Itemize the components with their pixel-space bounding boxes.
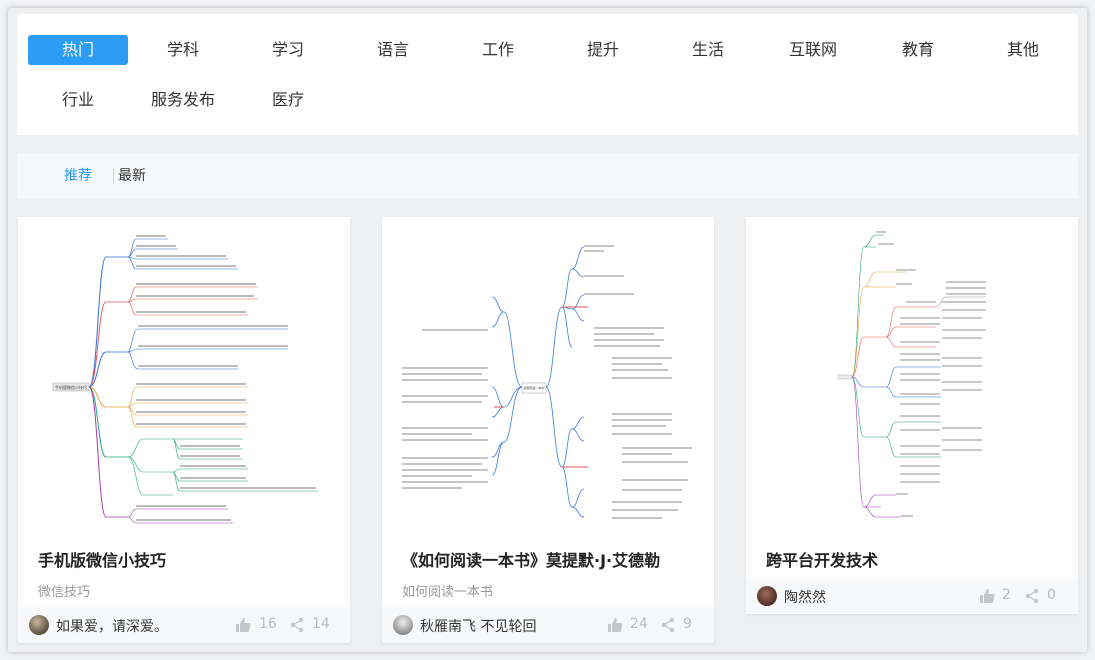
card-footer: 陶然然 2 0 (746, 578, 1078, 614)
like-count: 24 (630, 616, 648, 632)
card-title[interactable]: 跨平台开发技术 (766, 547, 878, 571)
card-subtitle: 如何阅读一本书 (402, 585, 494, 600)
sort-latest-tab[interactable]: 最新 (118, 166, 146, 186)
sort-recommended-tab[interactable]: 推荐 (64, 166, 92, 186)
category-internet[interactable]: 互联网 (763, 35, 863, 65)
thumbs-up-icon[interactable] (979, 588, 995, 604)
category-subject[interactable]: 学科 (133, 35, 233, 65)
category-life[interactable]: 生活 (658, 35, 758, 65)
author-name[interactable]: 陶然然 (784, 587, 826, 607)
like-count: 16 (259, 616, 277, 632)
category-panel: 热门 学科 学习 语言 工作 提升 生活 互联网 教育 其他 行业 服务发布 医… (17, 14, 1078, 135)
share-count: 14 (312, 616, 330, 632)
thumbnail-root-label: 如何阅读一本书 (523, 385, 544, 390)
share-icon[interactable] (290, 617, 304, 633)
mindmap-thumbnail[interactable]: 手机版微信小技巧 (18, 217, 350, 527)
share-count: 0 (1047, 587, 1056, 603)
card-footer: 秋雁南飞 不见轮回 24 9 (382, 607, 714, 643)
category-service[interactable]: 服务发布 (133, 85, 233, 115)
share-count: 9 (683, 616, 692, 632)
category-education[interactable]: 教育 (868, 35, 968, 65)
map-card[interactable]: 跨平台开发技术 陶然然 2 0 (746, 217, 1078, 614)
avatar[interactable] (757, 586, 777, 606)
map-card[interactable]: 如何阅读一本书 《如何阅读一本书》莫提默·J·艾德勒 如何阅读一本书 秋雁南飞 … (382, 217, 714, 643)
avatar[interactable] (29, 615, 49, 635)
category-industry[interactable]: 行业 (28, 85, 128, 115)
author-name[interactable]: 秋雁南飞 不见轮回 (420, 616, 536, 636)
category-work[interactable]: 工作 (448, 35, 548, 65)
category-improve[interactable]: 提升 (553, 35, 653, 65)
mindmap-thumbnail[interactable] (746, 217, 1078, 527)
thumbnail-root-label: 手机版微信小技巧 (55, 384, 87, 390)
avatar[interactable] (393, 615, 413, 635)
like-count: 2 (1002, 587, 1011, 603)
card-subtitle: 微信技巧 (38, 585, 91, 600)
author-name[interactable]: 如果爱，请深爱。 (56, 616, 168, 636)
card-footer: 如果爱，请深爱。 16 14 (18, 607, 350, 643)
sort-divider (113, 169, 114, 183)
thumbs-up-icon[interactable] (235, 617, 251, 633)
category-study[interactable]: 学习 (238, 35, 338, 65)
category-language[interactable]: 语言 (343, 35, 443, 65)
app-frame: 热门 学科 学习 语言 工作 提升 生活 互联网 教育 其他 行业 服务发布 医… (8, 8, 1087, 652)
category-other[interactable]: 其他 (973, 35, 1073, 65)
share-icon[interactable] (661, 617, 675, 633)
sort-bar: 推荐 最新 (17, 154, 1078, 198)
category-medical[interactable]: 医疗 (238, 85, 338, 115)
card-title[interactable]: 手机版微信小技巧 (38, 547, 166, 571)
map-card[interactable]: 手机版微信小技巧 手机版微信小技巧 微信技巧 如果爱，请深爱。 16 14 (18, 217, 350, 643)
mindmap-thumbnail[interactable]: 如何阅读一本书 (382, 217, 714, 527)
card-title[interactable]: 《如何阅读一本书》莫提默·J·艾德勒 (402, 547, 660, 571)
thumbs-up-icon[interactable] (607, 617, 623, 633)
share-icon[interactable] (1025, 588, 1039, 604)
category-hot[interactable]: 热门 (28, 35, 128, 65)
